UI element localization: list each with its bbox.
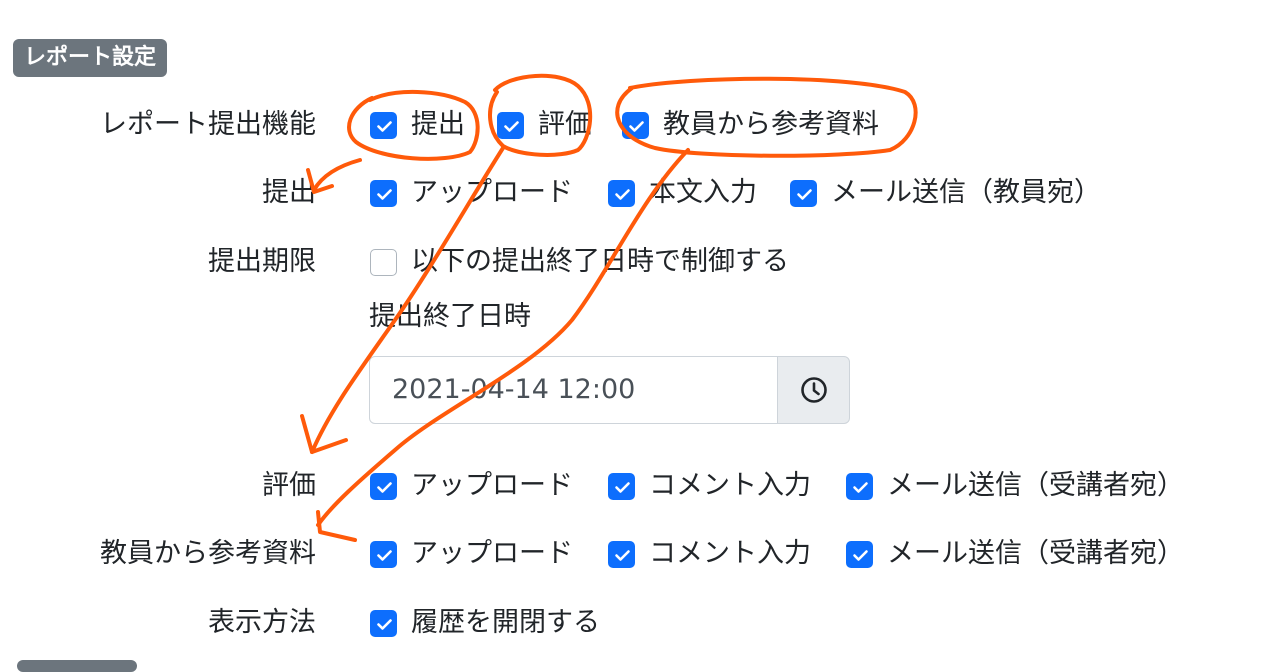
- checkbox-grade-mail[interactable]: [846, 473, 873, 500]
- option-label: アップロード: [411, 538, 573, 569]
- option-label: アップロード: [411, 470, 573, 501]
- section-title: レポート設定: [13, 39, 168, 77]
- option-label: 以下の提出終了日時で制御する: [411, 246, 789, 277]
- checkbox-reference[interactable]: [622, 112, 649, 139]
- label-reference: 教員から参考資料: [100, 538, 316, 569]
- checkbox-ref-upload[interactable]: [370, 541, 397, 568]
- label-deadline: 提出期限: [208, 246, 316, 277]
- checkbox-history-toggle[interactable]: [370, 610, 397, 637]
- deadline-datetime-label: 提出終了日時: [369, 301, 531, 332]
- checkbox-grade-comment[interactable]: [608, 473, 635, 500]
- deadline-datetime-input[interactable]: 2021-04-14 12:00: [369, 356, 779, 424]
- option-label: メール送信（教員宛）: [831, 177, 1101, 208]
- checkbox-ref-mail[interactable]: [846, 541, 873, 568]
- checkbox-submit[interactable]: [370, 112, 397, 139]
- option-label: 本文入力: [649, 177, 757, 208]
- checkbox-deadline-control[interactable]: [370, 249, 397, 276]
- option-label: 教員から参考資料: [663, 109, 879, 140]
- checkbox-grade[interactable]: [497, 112, 524, 139]
- next-section-badge: [17, 660, 137, 672]
- checkbox-submit-mail[interactable]: [790, 180, 817, 207]
- annotation-arrow-submit: [312, 158, 362, 192]
- label-submit: 提出: [262, 177, 316, 208]
- clock-icon: [801, 377, 827, 403]
- checkbox-ref-comment[interactable]: [608, 541, 635, 568]
- option-label: アップロード: [411, 177, 573, 208]
- option-label: メール送信（受講者宛）: [887, 470, 1184, 501]
- checkbox-submit-upload[interactable]: [370, 180, 397, 207]
- option-label: メール送信（受講者宛）: [887, 538, 1184, 569]
- option-label: 履歴を開閉する: [411, 607, 600, 638]
- option-label: 評価: [538, 109, 592, 140]
- option-label: 提出: [411, 109, 465, 140]
- checkbox-grade-upload[interactable]: [370, 473, 397, 500]
- label-report-function: レポート提出機能: [100, 109, 316, 140]
- datetime-picker-button[interactable]: [777, 356, 850, 424]
- option-label: コメント入力: [649, 538, 811, 569]
- label-grade: 評価: [262, 470, 316, 501]
- checkbox-submit-text[interactable]: [608, 180, 635, 207]
- label-display: 表示方法: [208, 607, 316, 638]
- option-label: コメント入力: [649, 470, 811, 501]
